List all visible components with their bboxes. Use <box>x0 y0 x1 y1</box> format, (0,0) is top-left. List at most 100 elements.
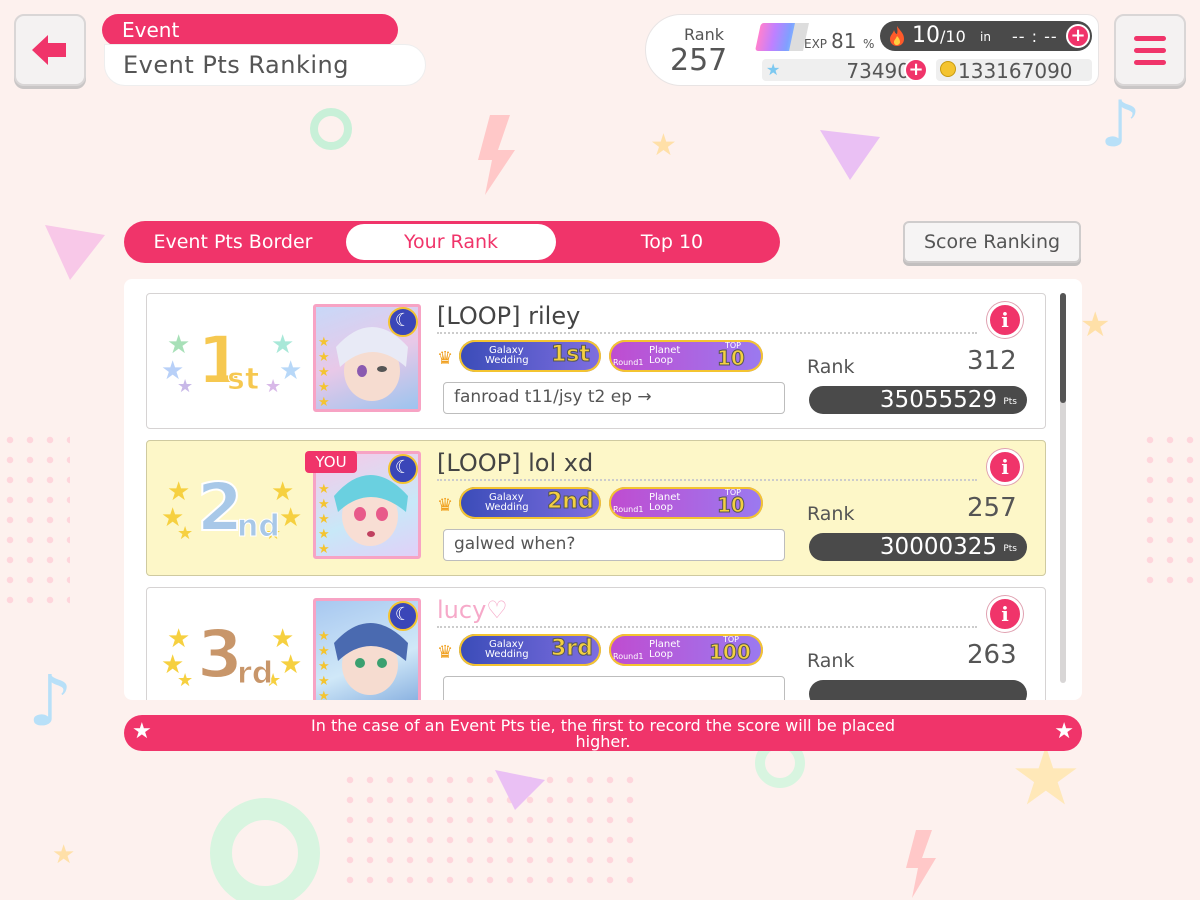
stamina-current: 10 <box>912 23 940 48</box>
table-row[interactable]: ★ ★ ★ ★ ★ ★ 1 st ★ ★ ★ ★ ★ ☾ [LOOP] riley ♛ … <box>146 293 1046 429</box>
points-value: 30000325 <box>879 534 997 560</box>
rank-value: 257 <box>967 493 1017 523</box>
badge-top: 10 <box>717 493 746 518</box>
place-number: 2 <box>196 468 244 547</box>
you-badge: YOU <box>305 451 357 473</box>
player-comment: galwed when? <box>443 529 785 561</box>
star-icon: ★ <box>177 523 194 544</box>
star-icon: ★ <box>132 719 152 744</box>
bg-triangle <box>820 130 880 180</box>
bg-ring <box>310 108 352 150</box>
avatar[interactable]: ★ ★ ★ ★ ★ ☾ <box>313 304 421 412</box>
bg-dots <box>340 770 640 890</box>
rank-value: 312 <box>967 346 1017 376</box>
arrow-left-icon <box>32 35 66 65</box>
player-status-panel: Rank 257 EXP 81 % 10 /10 in -- : -- + ★ … <box>645 14 1099 86</box>
badge-rank: 2nd <box>547 489 595 515</box>
rarity-stars: ★ ★ ★ ★ ★ <box>318 335 330 410</box>
points-value: 35055529 <box>879 387 997 413</box>
score-ranking-button[interactable]: Score Ranking <box>903 221 1081 263</box>
bg-star-icon: ★ <box>650 128 677 163</box>
tie-notice: ★ In the case of an Event Pts tie, the f… <box>124 715 1082 751</box>
bg-ring <box>210 798 320 900</box>
scrollbar-thumb[interactable] <box>1060 293 1066 403</box>
event-points <box>809 680 1027 700</box>
star-icon: ★ <box>766 60 781 79</box>
title-badge-galaxy-wedding[interactable]: Galaxy Wedding 3rd <box>459 634 601 666</box>
stamina-max: /10 <box>940 27 966 46</box>
tab-your-rank[interactable]: Your Rank <box>346 224 556 260</box>
coin-icon <box>940 61 956 77</box>
coin-count: 133167090 <box>958 59 1073 83</box>
hamburger-icon <box>1134 35 1166 41</box>
title-tag: Event <box>102 14 398 46</box>
event-points: 30000325 Pts <box>809 533 1027 561</box>
bg-triangle <box>495 770 545 810</box>
ranking-list[interactable]: ★ ★ ★ ★ ★ ★ 1 st ★ ★ ★ ★ ★ ☾ [LOOP] riley ♛ … <box>124 279 1082 700</box>
badge-text: Loop <box>649 355 673 366</box>
place-suffix: rd <box>236 656 274 692</box>
badge-rank: 1st <box>551 342 591 368</box>
tab-event-pts-border[interactable]: Event Pts Border <box>124 221 342 263</box>
table-row-you[interactable]: ★ ★ ★ ★ ★ ★ 2 nd YOU ★ ★ ★ ★ ★ ☾ [LOOP] lol … <box>146 440 1046 576</box>
rank-label: Rank <box>807 503 855 525</box>
star-icon: ★ <box>279 356 303 386</box>
bg-dots <box>1140 430 1200 590</box>
place-badge: ★ ★ ★ ★ ★ ★ 2 nd <box>161 465 311 555</box>
rank-label: Rank <box>807 650 855 672</box>
rarity-stars: ★ ★ ★ ★ ★ <box>318 482 330 557</box>
rank-label: Rank <box>807 356 855 378</box>
place-badge: ★ ★ ★ ★ ★ ★ 3 rd <box>161 612 311 700</box>
moon-attribute-icon: ☾ <box>388 307 418 337</box>
exp-value: 81 <box>831 29 857 53</box>
star-icon: ★ <box>1054 719 1074 744</box>
bg-star-icon: ★ <box>52 840 76 870</box>
ranking-tabs: Event Pts Border Your Rank Top 10 <box>124 221 780 263</box>
table-row[interactable]: ★ ★ ★ ★ ★ ★ 3 rd ★ ★ ★ ★ ★ ☾ lucy♡ ♛ Galaxy <box>146 587 1046 700</box>
info-icon[interactable]: i <box>987 449 1023 485</box>
star-icon: ★ <box>279 650 303 680</box>
points-unit: Pts <box>1003 544 1017 554</box>
info-icon[interactable]: i <box>987 302 1023 338</box>
star-icon: ★ <box>177 670 194 691</box>
title-badge-galaxy-wedding[interactable]: Galaxy Wedding 2nd <box>459 487 601 519</box>
rarity-stars: ★ ★ ★ ★ ★ <box>318 629 330 700</box>
player-rank-value: 257 <box>670 43 728 78</box>
page-title: Event Pts Ranking <box>104 44 426 86</box>
star-icon: ★ <box>279 503 303 533</box>
divider <box>437 332 977 334</box>
add-stars-button[interactable]: + <box>904 58 928 82</box>
player-comment <box>443 676 785 700</box>
place-suffix: nd <box>237 509 281 545</box>
tab-top-10[interactable]: Top 10 <box>564 221 780 263</box>
title-badge-planet-loop[interactable]: Round1 Planet Loop TOP 10 <box>609 487 763 519</box>
title-badge-planet-loop[interactable]: Round1 Planet Loop TOP 100 <box>609 634 763 666</box>
badge-text: Wedding <box>485 649 529 660</box>
event-points: 35055529 Pts <box>809 386 1027 414</box>
add-stamina-button[interactable]: + <box>1066 24 1090 48</box>
badge-rank: 3rd <box>551 636 594 662</box>
bg-star-icon: ★ <box>1080 305 1111 345</box>
title-badge-galaxy-wedding[interactable]: Galaxy Wedding 1st <box>459 340 601 372</box>
place-number: 3 <box>196 615 244 694</box>
title-badge-planet-loop[interactable]: Round1 Planet Loop TOP 10 <box>609 340 763 372</box>
badge-text: Loop <box>649 502 673 513</box>
hamburger-icon-line <box>1134 59 1166 65</box>
menu-button[interactable] <box>1114 14 1186 86</box>
back-button[interactable] <box>14 14 86 86</box>
bg-music-note-icon: ♪ <box>28 660 73 742</box>
info-icon[interactable]: i <box>987 596 1023 632</box>
player-name: lucy♡ <box>437 596 508 624</box>
crown-icon: ♛ <box>437 495 454 516</box>
star-icon: ★ <box>265 376 282 397</box>
place-suffix: st <box>226 362 260 398</box>
avatar[interactable]: ★ ★ ★ ★ ★ ☾ <box>313 598 421 700</box>
exp-unit: % <box>863 37 875 51</box>
rank-value: 263 <box>967 640 1017 670</box>
badge-round: Round1 <box>613 652 644 661</box>
player-rank-label: Rank <box>684 25 724 44</box>
list-scrollbar[interactable] <box>1060 293 1066 683</box>
badge-top: 10 <box>717 346 746 371</box>
badge-round: Round1 <box>613 505 644 514</box>
badge-text: Wedding <box>485 355 529 366</box>
